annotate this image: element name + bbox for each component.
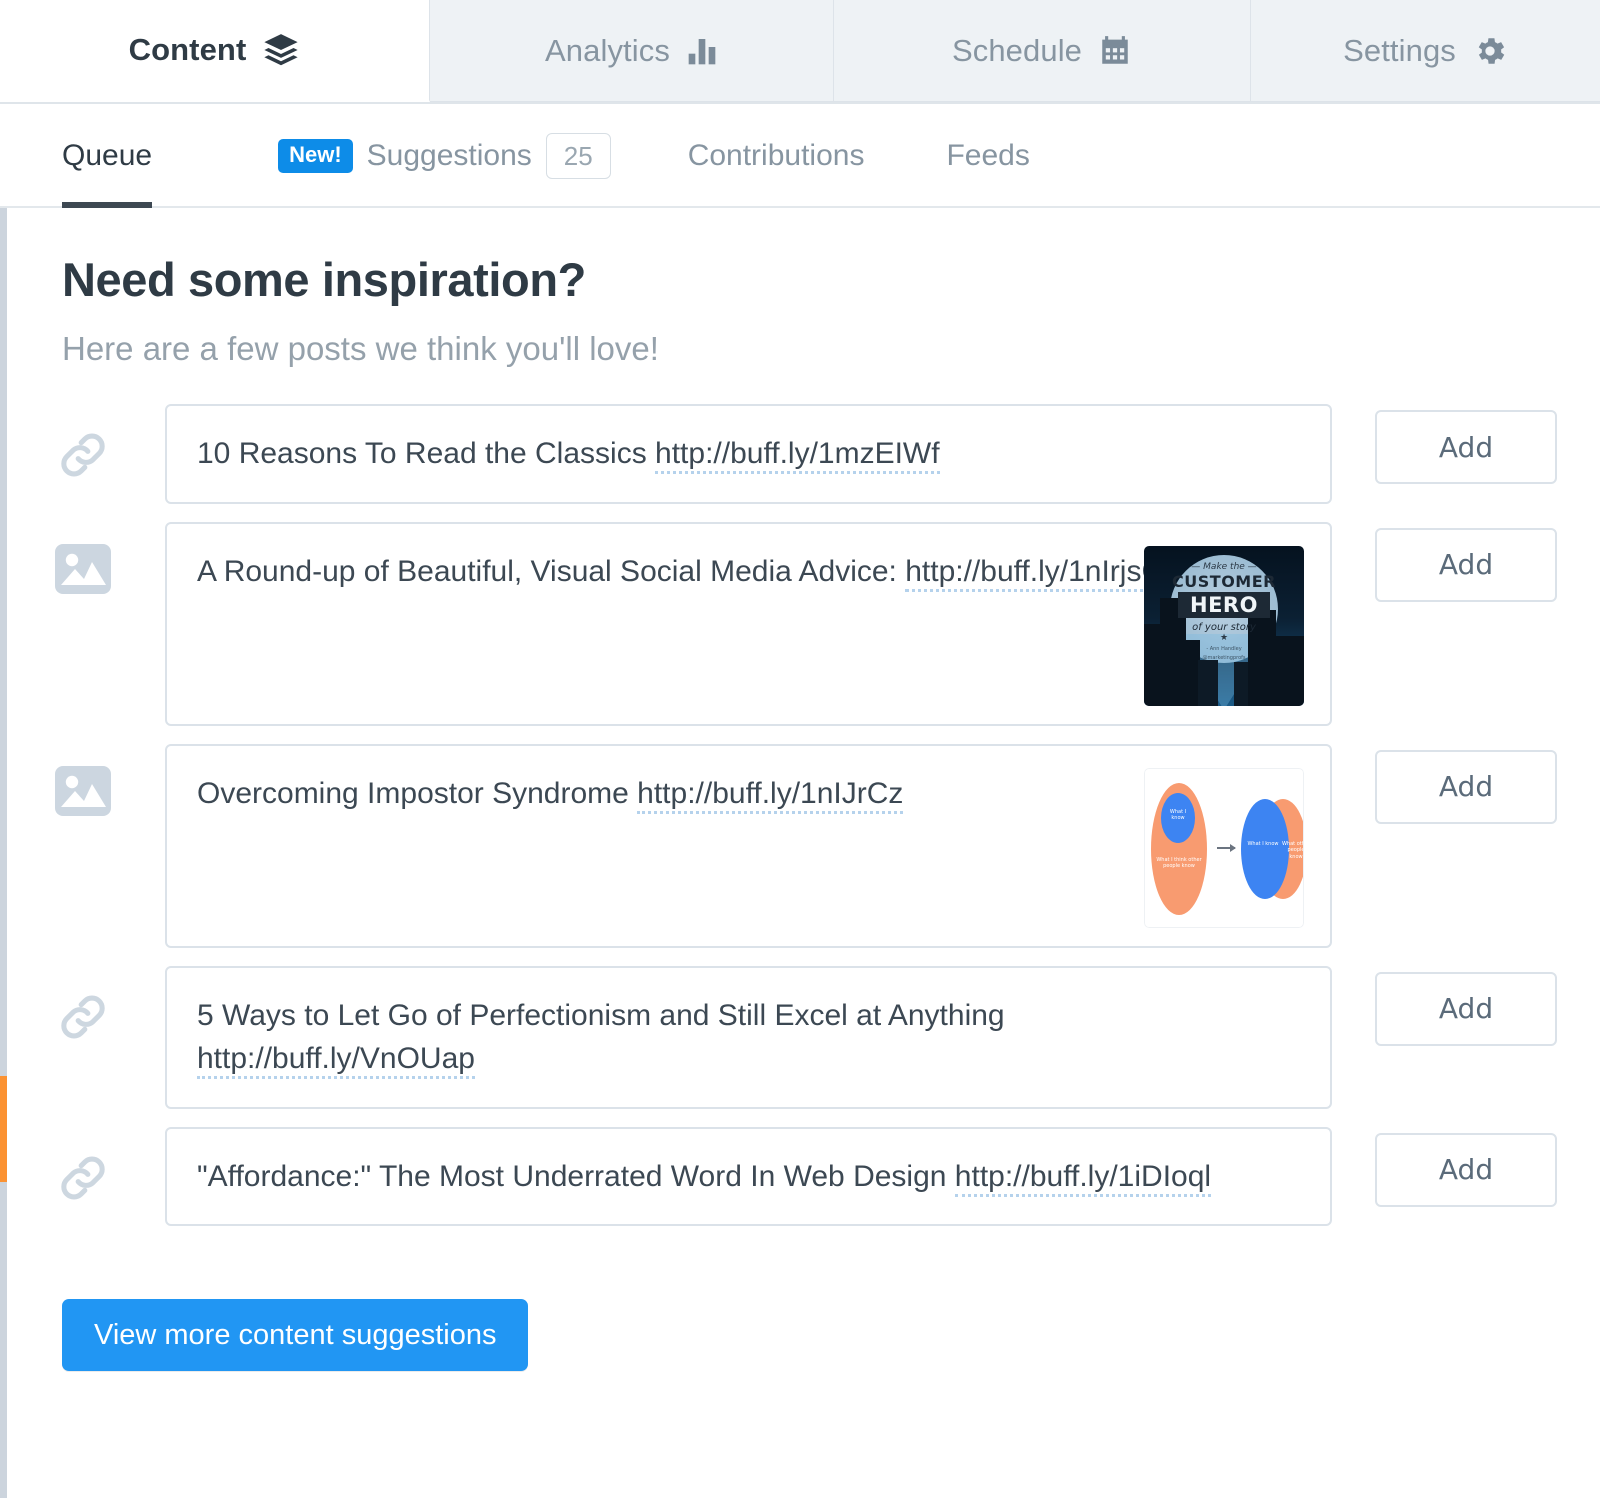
app-root: Content Analytics Schedule: [0, 0, 1600, 1498]
suggestion-card[interactable]: Overcoming Impostor Syndrome http://buff…: [165, 744, 1332, 948]
suggestions-count-badge: 25: [546, 133, 611, 179]
suggestion-title: "Affordance:" The Most Underrated Word I…: [197, 1160, 955, 1193]
suggestion-text: 10 Reasons To Read the Classics http://b…: [197, 432, 1227, 476]
suggestion-thumbnail-impostor-venn[interactable]: What I know What I think other people kn…: [1144, 768, 1304, 928]
tab-settings-label: Settings: [1343, 33, 1456, 69]
subnav-item-contributions[interactable]: Contributions: [688, 104, 865, 208]
hero-credit-2: @marketingprofs: [1144, 655, 1304, 662]
hero-line-1: — Make the —: [1144, 562, 1304, 572]
row-type-icon-wrap: [0, 522, 165, 594]
impostor-venn-graphic: What I know What I think other people kn…: [1144, 768, 1304, 928]
building: [1198, 660, 1218, 706]
suggestion-row: 10 Reasons To Read the Classics http://b…: [0, 404, 1600, 504]
tab-content[interactable]: Content: [0, 0, 430, 102]
new-badge: New!: [278, 139, 353, 173]
suggestion-card[interactable]: A Round-up of Beautiful, Visual Social M…: [165, 522, 1332, 726]
add-button-wrap: Add: [1332, 404, 1600, 484]
suggestion-row: "Affordance:" The Most Underrated Word I…: [0, 1127, 1600, 1227]
subnav-queue-label: Queue: [62, 139, 152, 173]
top-navigation: Content Analytics Schedule: [0, 0, 1600, 104]
suggestion-title: A Round-up of Beautiful, Visual Social M…: [197, 555, 905, 588]
venn-left-inner-label: What I know: [1163, 809, 1193, 823]
gear-icon: [1472, 33, 1508, 69]
sub-navigation: Queue New! Suggestions 25 Contributions …: [0, 104, 1600, 208]
row-type-icon-wrap: [0, 404, 165, 484]
row-type-icon-wrap: [0, 1127, 165, 1207]
suggestion-thumbnail-customer-hero[interactable]: — Make the — CUSTOMER HERO of your story…: [1144, 546, 1304, 706]
suggestion-url[interactable]: http://buff.ly/1nIJrCz: [637, 777, 903, 814]
hero-star: ★: [1144, 633, 1304, 643]
tab-schedule[interactable]: Schedule: [834, 0, 1251, 102]
add-button[interactable]: Add: [1375, 528, 1557, 602]
suggestion-url[interactable]: http://buff.ly/VnOUap: [197, 1042, 475, 1079]
link-icon: [54, 1149, 112, 1207]
suggestion-title: Overcoming Impostor Syndrome: [197, 777, 637, 810]
page-subtitle: Here are a few posts we think you'll lov…: [62, 330, 659, 368]
suggestion-card[interactable]: 10 Reasons To Read the Classics http://b…: [165, 404, 1332, 504]
calendar-icon: [1098, 34, 1132, 68]
link-icon: [54, 988, 112, 1046]
hero-line-4: of your story: [1144, 622, 1304, 633]
hero-line-2: CUSTOMER: [1144, 572, 1304, 591]
suggestion-card[interactable]: "Affordance:" The Most Underrated Word I…: [165, 1127, 1332, 1227]
add-button[interactable]: Add: [1375, 750, 1557, 824]
venn-left-outer-label: What I think other people know: [1155, 857, 1203, 871]
subnav-contributions-label: Contributions: [688, 139, 865, 173]
view-more-suggestions-button[interactable]: View more content suggestions: [62, 1299, 528, 1371]
row-type-icon-wrap: [0, 966, 165, 1046]
subnav-item-suggestions[interactable]: New! Suggestions 25: [278, 104, 611, 208]
suggestion-url[interactable]: http://buff.ly/1nIrjsC: [905, 555, 1163, 592]
image-icon: [55, 544, 111, 594]
suggestion-title: 5 Ways to Let Go of Perfectionism and St…: [197, 999, 1005, 1032]
page-title: Need some inspiration?: [62, 252, 586, 307]
hero-text-block: — Make the — CUSTOMER HERO of your story…: [1144, 562, 1304, 662]
image-icon: [55, 766, 111, 816]
customer-hero-graphic: — Make the — CUSTOMER HERO of your story…: [1144, 546, 1304, 706]
venn-right-blue-label: What I know: [1247, 841, 1279, 848]
row-type-icon-wrap: [0, 744, 165, 816]
suggestions-list: 10 Reasons To Read the Classics http://b…: [0, 404, 1600, 1244]
suggestion-text: A Round-up of Beautiful, Visual Social M…: [197, 550, 1227, 594]
arrow-icon: [1217, 847, 1235, 849]
add-button-wrap: Add: [1332, 966, 1600, 1046]
add-button[interactable]: Add: [1375, 972, 1557, 1046]
suggestion-text: 5 Ways to Let Go of Perfectionism and St…: [197, 994, 1227, 1081]
hero-credit-1: - Ann Handley: [1144, 646, 1304, 653]
layers-icon: [262, 31, 300, 69]
suggestion-text: "Affordance:" The Most Underrated Word I…: [197, 1155, 1227, 1199]
tab-content-label: Content: [129, 32, 247, 68]
add-button-wrap: Add: [1332, 522, 1600, 602]
suggestion-text: Overcoming Impostor Syndrome http://buff…: [197, 772, 1227, 816]
subnav-item-queue[interactable]: Queue: [62, 104, 152, 208]
subnav-suggestions-label: Suggestions: [367, 139, 532, 173]
suggestion-card[interactable]: 5 Ways to Let Go of Perfectionism and St…: [165, 966, 1332, 1109]
suggestion-row: Overcoming Impostor Syndrome http://buff…: [0, 744, 1600, 948]
venn-right-orange-label: What other people know: [1281, 841, 1304, 861]
tab-schedule-label: Schedule: [952, 33, 1082, 69]
tab-analytics-label: Analytics: [545, 33, 670, 69]
add-button[interactable]: Add: [1375, 410, 1557, 484]
add-button[interactable]: Add: [1375, 1133, 1557, 1207]
add-button-wrap: Add: [1332, 744, 1600, 824]
link-icon: [54, 426, 112, 484]
add-button-wrap: Add: [1332, 1127, 1600, 1207]
suggestion-url[interactable]: http://buff.ly/1mzEIWf: [655, 437, 940, 474]
tab-analytics[interactable]: Analytics: [430, 0, 834, 102]
suggestion-row: A Round-up of Beautiful, Visual Social M…: [0, 522, 1600, 726]
bar-chart-icon: [686, 35, 718, 67]
tab-settings[interactable]: Settings: [1251, 0, 1600, 102]
subnav-item-feeds[interactable]: Feeds: [946, 104, 1029, 208]
suggestion-url[interactable]: http://buff.ly/1iDIoql: [955, 1160, 1211, 1197]
suggestion-row: 5 Ways to Let Go of Perfectionism and St…: [0, 966, 1600, 1109]
subnav-feeds-label: Feeds: [946, 139, 1029, 173]
hero-line-3: HERO: [1178, 592, 1270, 618]
suggestion-title: 10 Reasons To Read the Classics: [197, 437, 655, 470]
